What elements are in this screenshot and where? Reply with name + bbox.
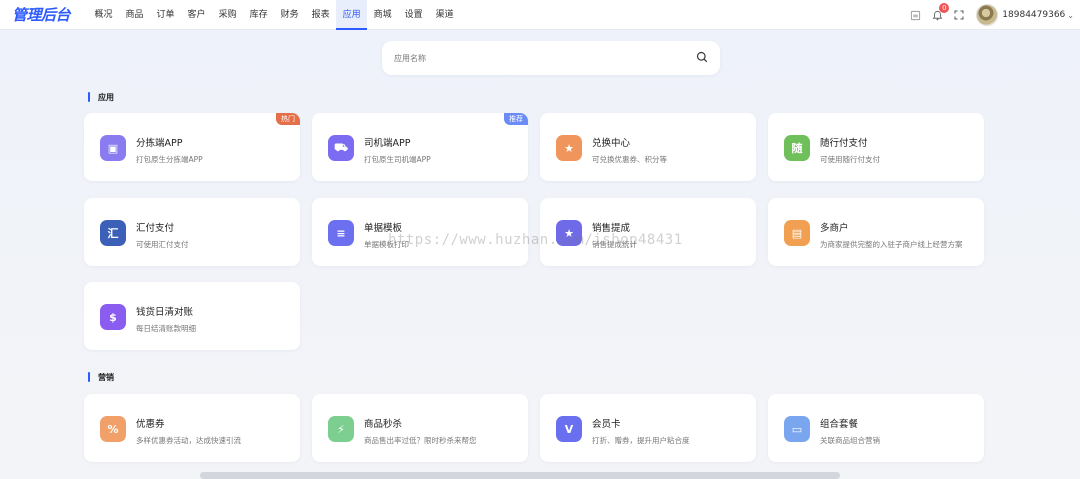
card-title: 分拣端APP <box>136 138 183 149</box>
app-search-box <box>382 41 720 75</box>
dollar-icon: $ <box>100 304 126 330</box>
nav-item-overview[interactable]: 概况 <box>88 0 119 30</box>
app-card[interactable]: ★ 兑换中心可兑换优惠券、积分等 <box>540 113 756 181</box>
card-description: 为商家提供完整的入驻子商户线上经营方案 <box>820 240 963 249</box>
card-title: 优惠券 <box>136 419 165 430</box>
card-description: 商品售出率过低？限时秒杀来帮您 <box>364 436 477 445</box>
nav-item-inventory[interactable]: 库存 <box>243 0 274 30</box>
app-card[interactable]: V 会员卡打折、赠券，提升用户粘合度 <box>540 394 756 462</box>
nav-item-orders[interactable]: 订单 <box>150 0 181 30</box>
notification-badge: 0 <box>939 3 950 13</box>
section-title-marketing: 营销 <box>88 372 114 383</box>
template-icon: ≡ <box>328 220 354 246</box>
header-actions: 0 18984479366 ⌄ <box>902 0 1074 30</box>
card-title: 销售提成 <box>592 223 631 234</box>
huifu-icon: 汇 <box>100 220 126 246</box>
nav-item-mall[interactable]: 商城 <box>367 0 398 30</box>
flash-sale-icon: ⚡ <box>328 416 354 442</box>
bell-icon[interactable]: 0 <box>928 3 950 24</box>
app-card[interactable]: 汇汇付支付可使用汇付支付 <box>84 198 300 266</box>
app-card[interactable]: $ 钱货日清对账 每日结清账款明细 <box>84 282 300 350</box>
app-card[interactable]: ▤ 多商户为商家提供完整的入驻子商户线上经营方案 <box>768 198 984 266</box>
card-title: 组合套餐 <box>820 419 859 430</box>
card-title: 汇付支付 <box>136 223 175 234</box>
app-card[interactable]: ⚡ 商品秒杀商品售出率过低？限时秒杀来帮您 <box>312 394 528 462</box>
nav-item-purchase[interactable]: 采购 <box>212 0 243 30</box>
nav-item-apps[interactable]: 应用 <box>336 0 368 30</box>
card-description: 每日结清账款明细 <box>136 324 196 333</box>
card-description: 打包原生司机端APP <box>364 155 431 164</box>
section-title-apps: 应用 <box>88 92 114 103</box>
card-description: 销售提成统计 <box>592 240 637 249</box>
main-nav: 概况 商品 订单 客户 采购 库存 财务 报表 应用 商城 设置 渠道 <box>88 0 460 30</box>
nav-item-finance[interactable]: 财务 <box>274 0 305 30</box>
commission-icon: ★ <box>556 220 582 246</box>
card-title: 兑换中心 <box>592 138 631 149</box>
card-tag: 推荐 <box>504 113 528 125</box>
horizontal-scrollbar[interactable] <box>200 472 840 479</box>
nav-item-products[interactable]: 商品 <box>119 0 150 30</box>
card-title: 多商户 <box>820 223 849 234</box>
card-description: 单据模板打印 <box>364 240 409 249</box>
app-card[interactable]: ≡ 单据模板单据模板打印 <box>312 198 528 266</box>
exchange-icon: ★ <box>556 135 582 161</box>
app-card[interactable]: ★ 销售提成销售提成统计 <box>540 198 756 266</box>
store-icon: ▤ <box>784 220 810 246</box>
coupon-icon: % <box>100 416 126 442</box>
truck-icon: ⛟ <box>328 135 354 161</box>
app-card[interactable]: ▭ 组合套餐关联商品组合营销 <box>768 394 984 462</box>
card-title: 单据模板 <box>364 223 403 234</box>
card-title: 会员卡 <box>592 419 621 430</box>
card-description: 多样优惠券活动，达成快速引流 <box>136 436 241 445</box>
fullscreen-icon[interactable] <box>950 6 968 24</box>
card-description: 打折、赠券，提升用户粘合度 <box>592 436 690 445</box>
app-logo[interactable]: 管理后台 <box>0 4 88 25</box>
app-card[interactable]: 随随行付支付可使用随行付支付 <box>768 113 984 181</box>
top-navbar: 管理后台 概况 商品 订单 客户 采购 库存 财务 报表 应用 商城 设置 渠道… <box>0 0 1080 30</box>
nav-item-settings[interactable]: 设置 <box>398 0 429 30</box>
nav-item-channels[interactable]: 渠道 <box>429 0 460 30</box>
card-title: 钱货日清对账 <box>136 307 194 318</box>
card-description: 可使用汇付支付 <box>136 240 189 249</box>
chevron-down-icon[interactable]: ⌄ <box>1067 11 1074 20</box>
nav-item-customers[interactable]: 客户 <box>181 0 212 30</box>
box-icon: ▣ <box>100 135 126 161</box>
search-input[interactable] <box>394 53 696 63</box>
card-description: 可兑换优惠券、积分等 <box>592 155 667 164</box>
card-description: 打包原生分拣端APP <box>136 155 203 164</box>
card-title: 商品秒杀 <box>364 419 403 430</box>
app-card[interactable]: ⛟ 司机端APP 打包原生司机端APP 推荐 <box>312 113 528 181</box>
member-card-icon: V <box>556 416 582 442</box>
card-title: 司机端APP <box>364 138 411 149</box>
vbill-icon: 随 <box>784 135 810 161</box>
card-tag: 热门 <box>276 113 300 125</box>
card-title: 随行付支付 <box>820 138 868 149</box>
bundle-icon: ▭ <box>784 416 810 442</box>
app-card[interactable]: ▣ 分拣端APP 打包原生分拣端APP 热门 <box>84 113 300 181</box>
username[interactable]: 18984479366 <box>1002 10 1065 20</box>
card-description: 关联商品组合营销 <box>820 436 880 445</box>
avatar[interactable] <box>976 4 999 26</box>
app-card[interactable]: % 优惠券多样优惠券活动，达成快速引流 <box>84 394 300 462</box>
nav-item-reports[interactable]: 报表 <box>305 0 336 30</box>
search-icon[interactable] <box>696 51 708 66</box>
card-description: 可使用随行付支付 <box>820 155 880 164</box>
message-icon[interactable] <box>906 6 924 24</box>
